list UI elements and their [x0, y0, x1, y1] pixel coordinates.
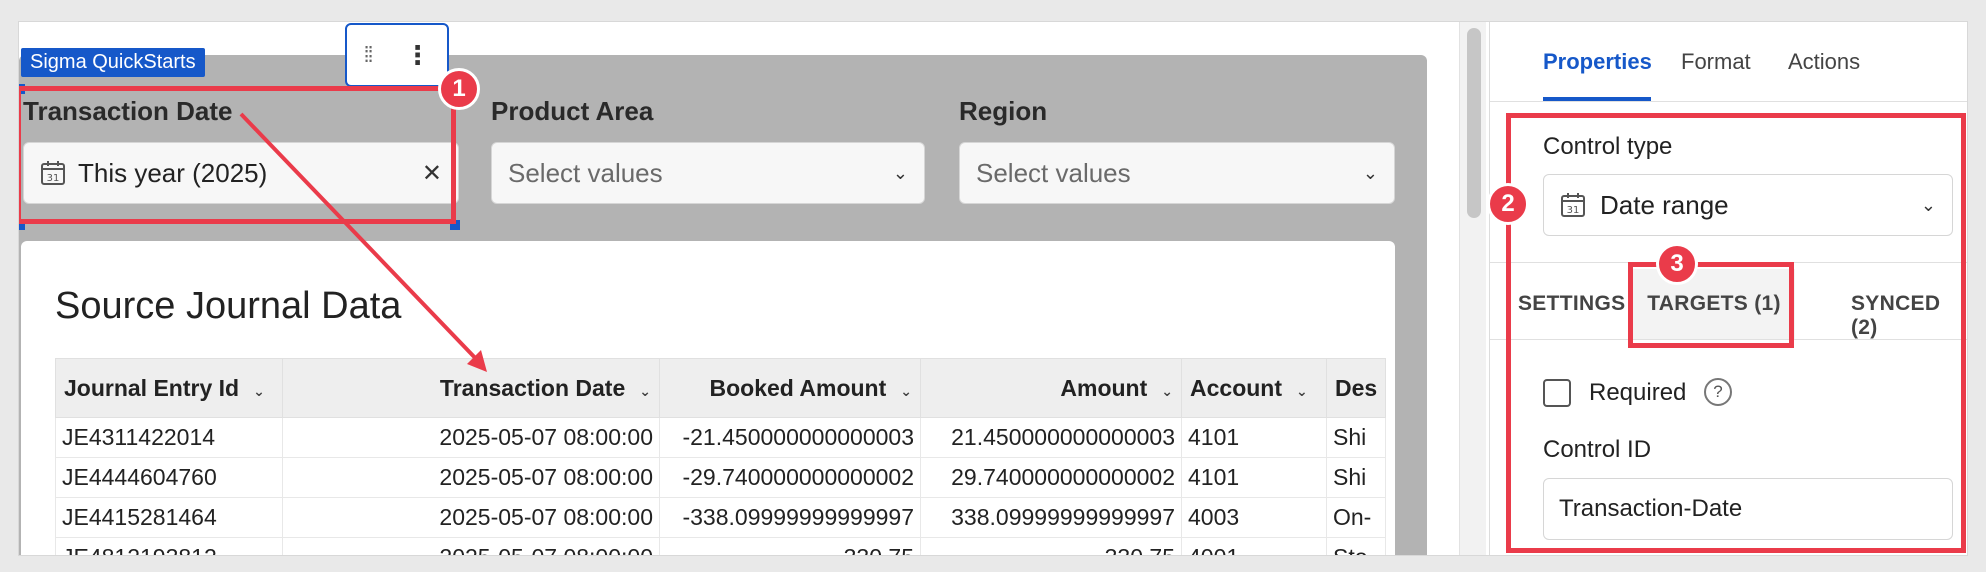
tab-actions[interactable]: Actions [1788, 49, 1860, 75]
app-frame: Sigma QuickStarts ⁞⁞ ⋮ Transaction Date … [18, 21, 1968, 556]
table-cell: 4003 [1181, 497, 1327, 538]
table-cell: 338.09999999999997 [920, 497, 1182, 538]
table-cell: Shi [1325, 457, 1387, 498]
table-cell: 29.740000000000002 [920, 457, 1182, 498]
column-header[interactable]: Des [1325, 358, 1387, 418]
chevron-down-icon: ⌄ [892, 162, 908, 183]
journal-table: Journal Entry Id ⌄ Transaction Date ⌄ Book… [55, 358, 1387, 555]
table-cell: JE4444604760 [55, 457, 283, 498]
column-header[interactable]: Booked Amount ⌄ [659, 358, 921, 418]
tab-format[interactable]: Format [1681, 49, 1751, 75]
filter-label-region: Region [959, 96, 1048, 126]
table-cell: JE4812193812 [55, 537, 283, 555]
product-area-filter[interactable]: Select values ⌄ [491, 142, 925, 204]
table-cell: -21.450000000000003 [659, 417, 921, 458]
column-header[interactable]: Account ⌄ [1181, 358, 1327, 418]
table-cell: Shi [1325, 417, 1387, 458]
table-cell: -330.75 [659, 537, 921, 555]
tab-properties[interactable]: Properties [1543, 49, 1652, 75]
annotation-badge-1: 1 [438, 68, 480, 110]
table-row[interactable]: JE4444604760 2025-05-07 08:00:00 -29.740… [55, 457, 1387, 498]
table-cell: 21.450000000000003 [920, 417, 1182, 458]
table-cell: JE4415281464 [55, 497, 283, 538]
chevron-down-icon[interactable]: ⌄ [639, 383, 651, 399]
chevron-down-icon[interactable]: ⌄ [1296, 383, 1308, 399]
chevron-down-icon[interactable]: ⌄ [253, 383, 265, 399]
annotation-badge-2: 2 [1487, 183, 1529, 225]
table-row[interactable]: JE4812193812 2025-05-07 08:00:00 -330.75… [55, 537, 1387, 555]
chevron-down-icon: ⌄ [1362, 162, 1378, 183]
table-cell: Sto [1325, 537, 1387, 555]
table-cell: 4101 [1181, 417, 1327, 458]
chevron-down-icon[interactable]: ⌄ [1161, 383, 1173, 399]
vertical-scrollbar[interactable] [1459, 22, 1486, 555]
annotation-badge-3: 3 [1656, 243, 1698, 285]
table-cell: 2025-05-07 08:00:00 [282, 537, 660, 555]
column-header[interactable]: Amount ⌄ [920, 358, 1182, 418]
chevron-down-icon[interactable]: ⌄ [900, 383, 912, 399]
table-cell: 4001 [1181, 537, 1327, 555]
table-cell: -338.09999999999997 [659, 497, 921, 538]
table-cell: On- [1325, 497, 1387, 538]
table-cell: 2025-05-07 08:00:00 [282, 417, 660, 458]
properties-panel: Properties Format Actions Control type 3… [1487, 22, 1967, 555]
table-cell: 2025-05-07 08:00:00 [282, 497, 660, 538]
table-cell: -29.740000000000002 [659, 457, 921, 498]
region-placeholder: Select values [976, 157, 1131, 188]
annotation-box-3 [1628, 262, 1794, 348]
tabs-divider [1490, 101, 1967, 102]
table-cell: 330.75 [920, 537, 1182, 555]
table-cell: JE4311422014 [55, 417, 283, 458]
table-cell: 4101 [1181, 457, 1327, 498]
region-filter[interactable]: Select values ⌄ [959, 142, 1395, 204]
scrollbar-thumb[interactable] [1467, 28, 1481, 218]
table-cell: 2025-05-07 08:00:00 [282, 457, 660, 498]
table-row[interactable]: JE4415281464 2025-05-07 08:00:00 -338.09… [55, 497, 1387, 538]
table-row[interactable]: JE4311422014 2025-05-07 08:00:00 -21.450… [55, 417, 1387, 458]
